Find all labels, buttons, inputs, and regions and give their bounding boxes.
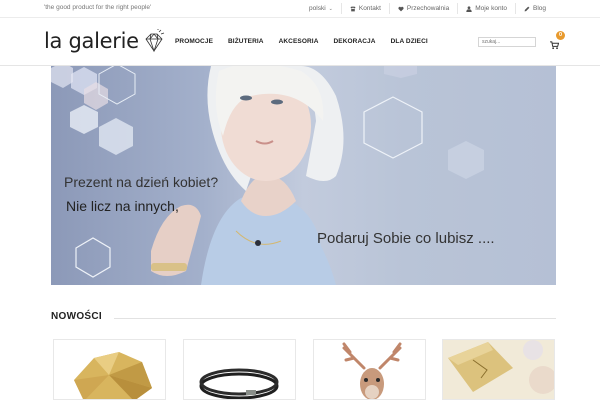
heart-icon xyxy=(398,6,404,11)
search-input[interactable] xyxy=(478,37,536,47)
header: la galerie PROMOCJE BIŻUTERIA AKCESORIA … xyxy=(0,19,600,66)
phone-icon xyxy=(350,6,356,11)
product-image xyxy=(54,340,165,399)
nav-item-dekoracja[interactable]: DEKORACJA xyxy=(334,38,376,45)
hero-tagline: Podaruj Sobie co lubisz .... xyxy=(317,230,495,247)
top-bar: 'the good product for the right people' … xyxy=(0,0,600,18)
blog-label: Blog xyxy=(532,5,546,12)
hero-headline: Prezent na dzień kobiet? xyxy=(64,174,219,190)
blog-link[interactable]: Blog xyxy=(514,3,554,14)
tagline: 'the good product for the right people' xyxy=(44,4,152,11)
contact-link[interactable]: Kontakt xyxy=(340,3,389,14)
main-nav: PROMOCJE BIŻUTERIA AKCESORIA DEKORACJA D… xyxy=(175,38,443,45)
nav-item-bizuteria[interactable]: BIŻUTERIA xyxy=(228,38,264,45)
contact-label: Kontakt xyxy=(358,5,381,12)
language-label: polski xyxy=(309,5,326,12)
section-divider xyxy=(114,318,556,319)
product-card-gold-bangle[interactable] xyxy=(53,339,166,400)
logo-text: la galerie xyxy=(44,29,139,53)
product-image xyxy=(314,340,425,399)
diamond-icon xyxy=(145,29,164,53)
logo[interactable]: la galerie xyxy=(44,29,165,53)
language-selector[interactable]: polski ⌄ xyxy=(301,3,341,14)
nav-item-promocje[interactable]: PROMOCJE xyxy=(175,38,213,45)
cart-button[interactable]: 0 xyxy=(550,31,565,50)
product-card-deer-head[interactable] xyxy=(313,339,426,400)
wishlist-link[interactable]: Przechowalnia xyxy=(388,3,457,14)
top-links: polski ⌄ Kontakt Przechowalnia Moje kont… xyxy=(301,3,554,14)
cart-count-badge: 0 xyxy=(556,31,565,40)
chevron-down-icon: ⌄ xyxy=(328,5,333,12)
product-image xyxy=(184,340,295,399)
hero-subheadline: Nie licz na innych, xyxy=(66,198,179,214)
section-title: NOWOŚCI xyxy=(51,311,102,322)
cart-icon xyxy=(550,41,560,50)
product-image xyxy=(443,340,554,399)
pencil-icon xyxy=(524,6,530,11)
product-card-leather-bracelet[interactable] xyxy=(183,339,296,400)
nav-item-dla-dzieci[interactable]: DLA DZIECI xyxy=(391,38,428,45)
account-link[interactable]: Moje konto xyxy=(457,3,515,14)
wishlist-label: Przechowalnia xyxy=(406,5,450,12)
account-label: Moje konto xyxy=(475,5,507,12)
product-card-gold-pendant[interactable] xyxy=(442,339,555,400)
nav-item-akcesoria[interactable]: AKCESORIA xyxy=(279,38,319,45)
user-icon xyxy=(466,5,472,12)
hero-banner[interactable]: Prezent na dzień kobiet? Nie licz na inn… xyxy=(51,66,556,285)
